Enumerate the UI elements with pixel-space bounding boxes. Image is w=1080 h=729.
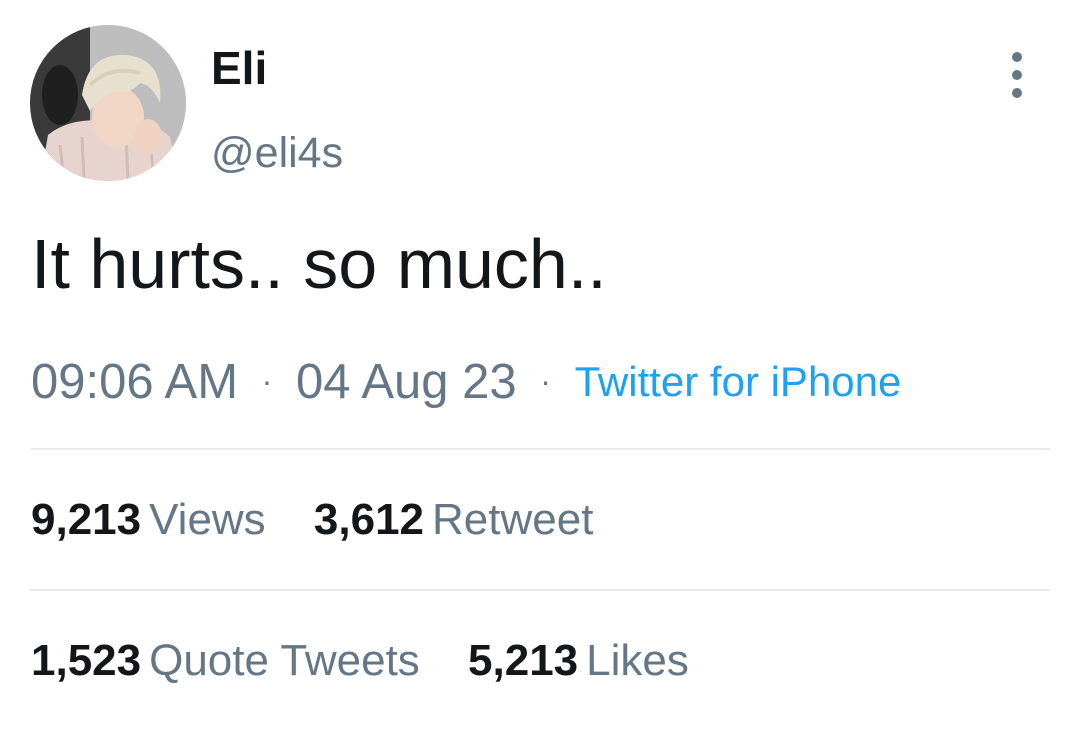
meta-separator: · — [261, 363, 273, 399]
likes-count: 5,213 — [468, 636, 579, 685]
author-display-name[interactable]: Eli — [211, 40, 267, 96]
more-vertical-icon — [1012, 52, 1022, 62]
divider — [30, 589, 1050, 591]
tweet-source-link[interactable]: Twitter for iPhone — [575, 358, 902, 405]
tweet-time[interactable]: 09:06 AM — [31, 355, 238, 409]
more-options-button[interactable] — [996, 52, 1038, 98]
tweet-text: It hurts.. so much.. — [31, 225, 607, 303]
views-label: Views — [149, 495, 266, 544]
tweet-meta: 09:06 AM · 04 Aug 23 · Twitter for iPhon… — [31, 350, 901, 413]
retweets-stat[interactable]: 3,612 Retweet — [314, 492, 594, 548]
more-vertical-icon — [1012, 70, 1022, 80]
likes-stat[interactable]: 5,213 Likes — [468, 633, 689, 689]
author-handle[interactable]: @eli4s — [211, 125, 343, 181]
more-vertical-icon — [1012, 88, 1022, 98]
quote-tweets-stat[interactable]: 1,523 Quote Tweets — [31, 633, 420, 689]
views-stat[interactable]: 9,213 Views — [31, 492, 266, 548]
quote-tweets-count: 1,523 — [31, 636, 142, 685]
stats-row: 9,213 Views 3,612 Retweet — [31, 492, 629, 548]
divider — [30, 448, 1050, 450]
likes-label: Likes — [586, 636, 689, 685]
meta-separator: · — [540, 363, 551, 399]
avatar[interactable] — [30, 25, 186, 181]
retweets-count: 3,612 — [313, 495, 425, 544]
stats-row: 1,523 Quote Tweets 5,213 Likes — [31, 633, 725, 689]
profile-photo — [30, 25, 186, 181]
retweets-label: Retweet — [432, 495, 594, 544]
views-count: 9,213 — [31, 495, 142, 544]
quote-tweets-label: Quote Tweets — [149, 636, 420, 685]
tweet-date[interactable]: 04 Aug 23 — [296, 355, 517, 409]
